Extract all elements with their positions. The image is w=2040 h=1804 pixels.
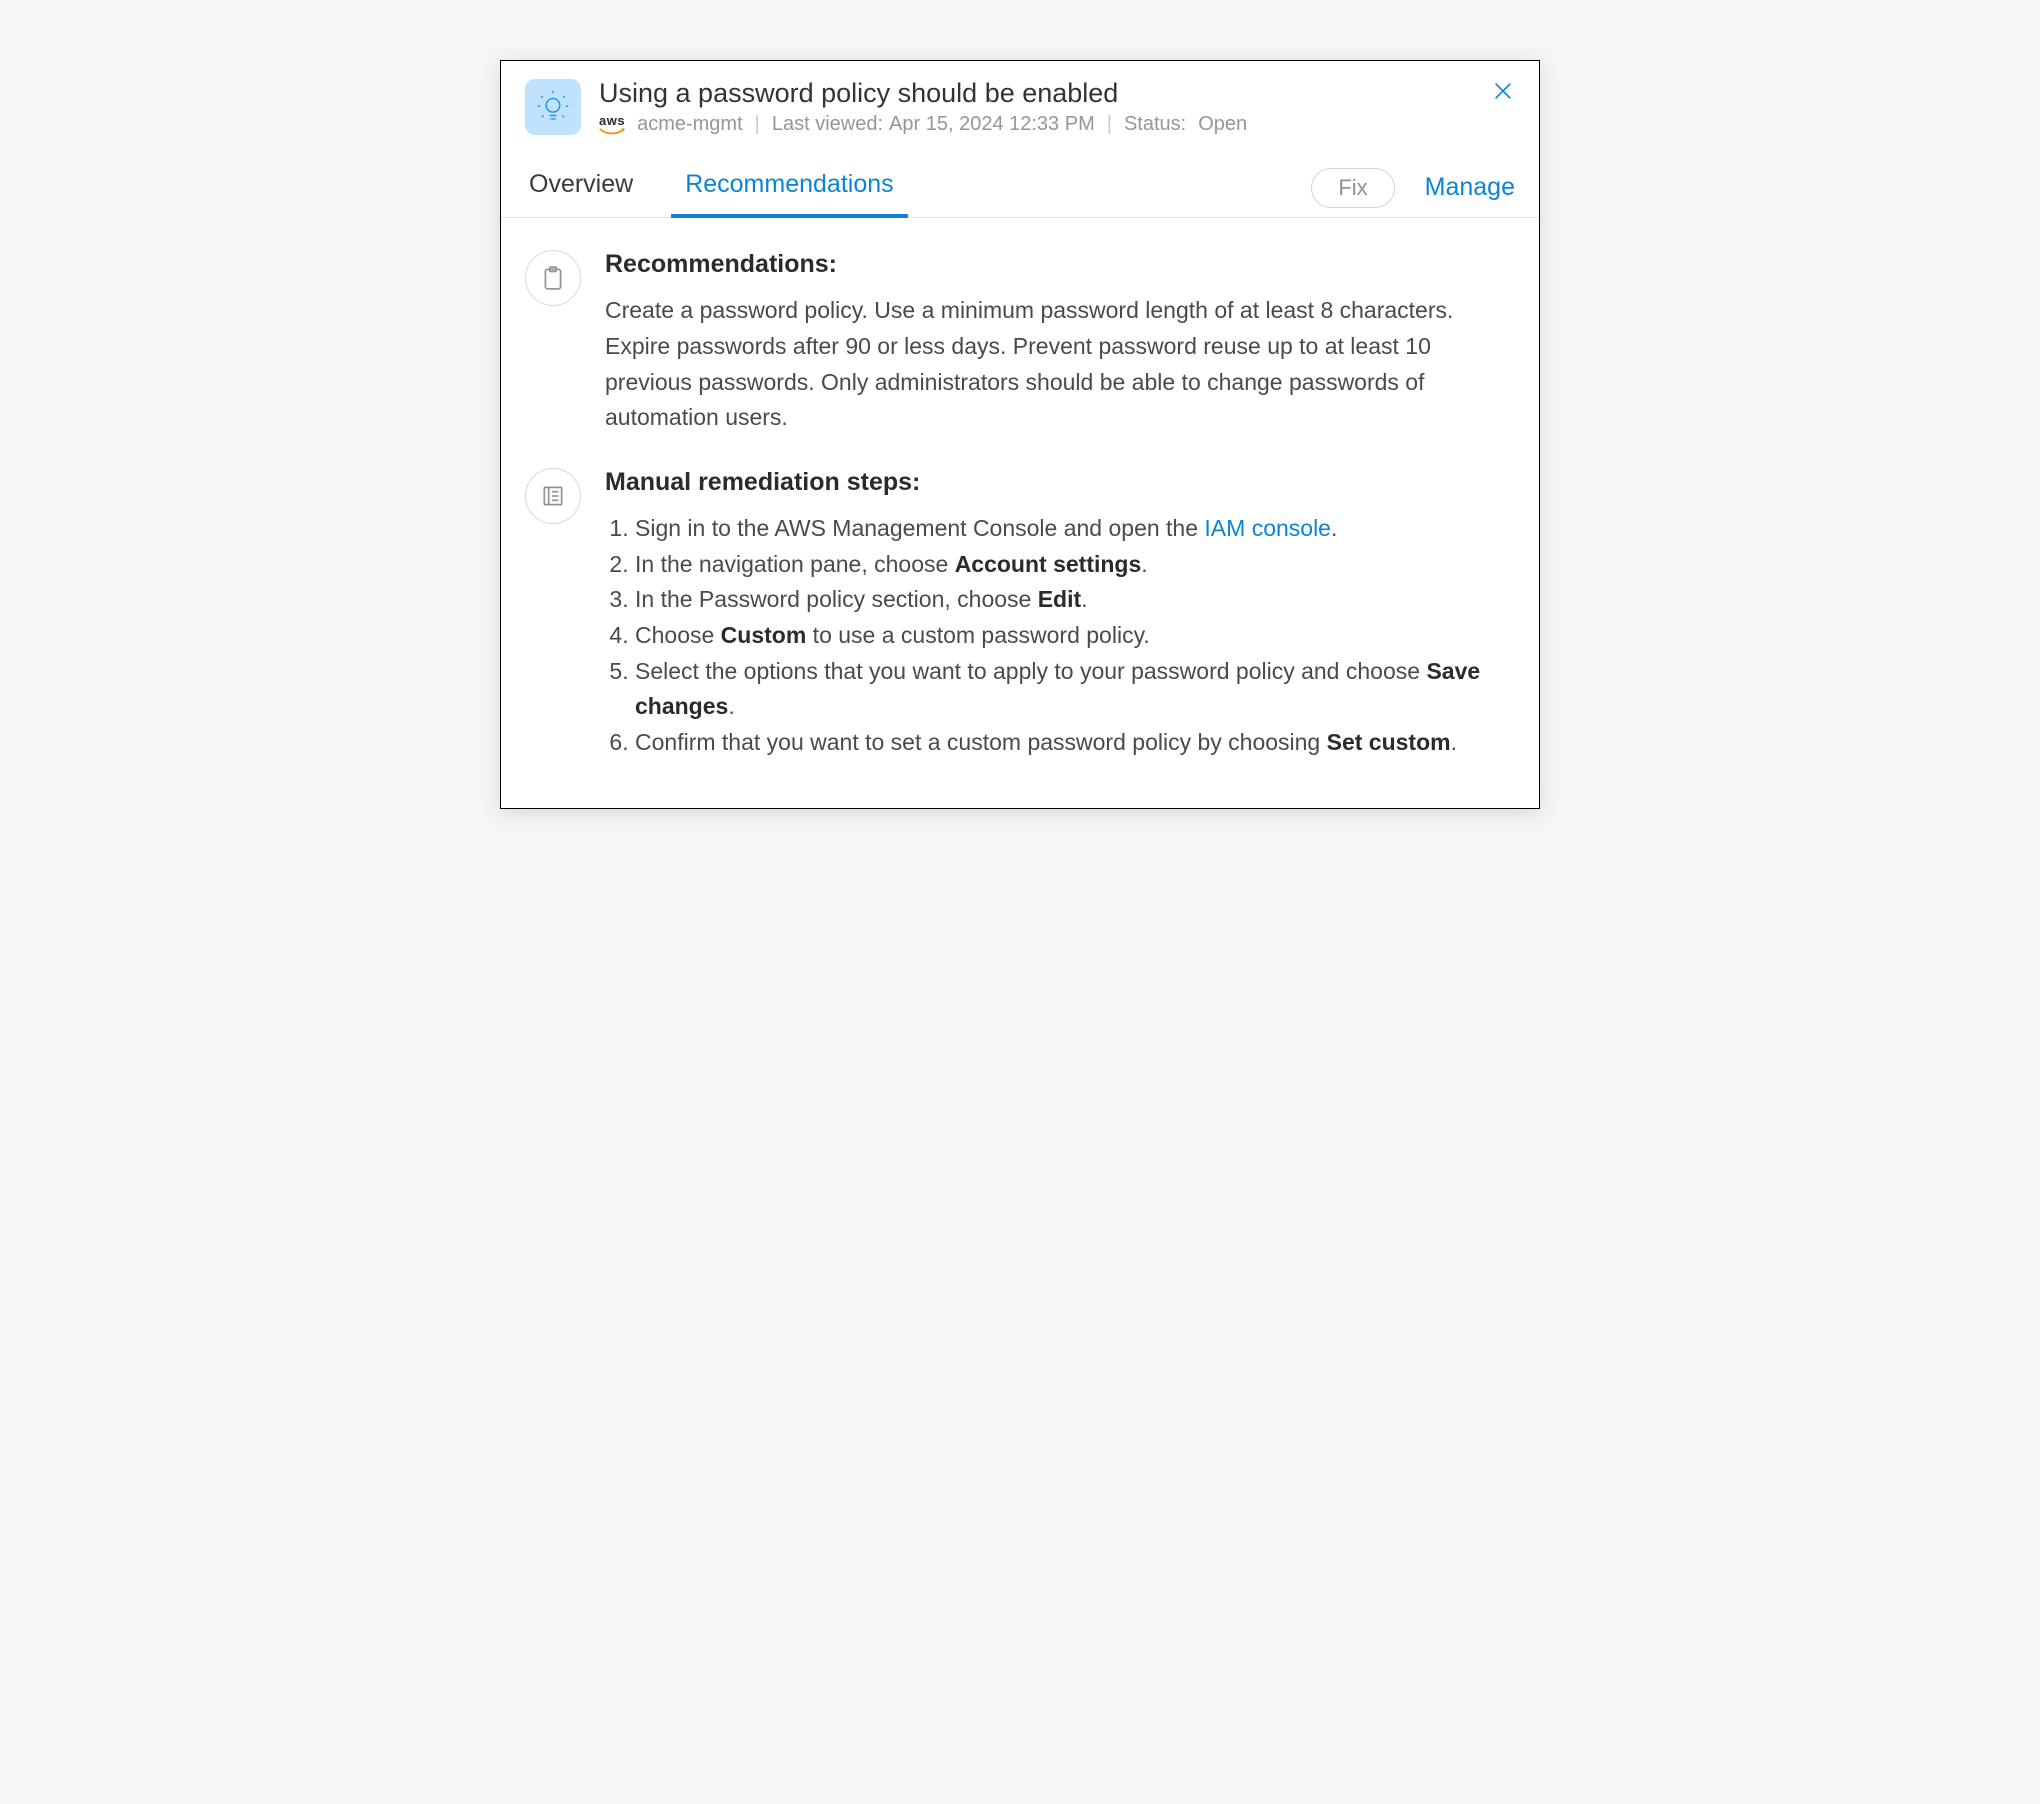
panel-header: Using a password policy should be enable… [501,61,1539,136]
aws-icon: aws [599,114,625,135]
manage-button[interactable]: Manage [1425,173,1515,202]
header-text: Using a password policy should be enable… [599,77,1515,136]
fix-button[interactable]: Fix [1311,168,1394,208]
iam-console-link[interactable]: IAM console [1204,515,1331,541]
remediation-step: Sign in to the AWS Management Console an… [635,511,1515,547]
tab-overview[interactable]: Overview [525,158,637,217]
book-icon [525,468,581,524]
status-label: Status: [1124,113,1186,136]
recommendations-text: Create a password policy. Use a minimum … [605,293,1515,436]
recommendations-heading: Recommendations: [605,250,1515,279]
status-value: Open [1198,113,1247,136]
clipboard-icon [525,250,581,306]
tab-bar: Overview Recommendations Fix Manage [501,158,1539,218]
remediation-step: In the navigation pane, choose Account s… [635,547,1515,583]
lightbulb-icon [525,79,581,135]
remediation-step: Select the options that you want to appl… [635,654,1515,725]
last-viewed-label: Last viewed: [772,113,883,136]
finding-panel: Using a password policy should be enable… [500,60,1540,809]
header-meta: aws acme-mgmt | Last viewed: Apr 15, 202… [599,113,1515,136]
recommendations-section: Recommendations: Create a password polic… [501,218,1539,436]
close-button[interactable] [1489,77,1517,105]
finding-title: Using a password policy should be enable… [599,77,1515,109]
remediation-step: Confirm that you want to set a custom pa… [635,725,1515,761]
tab-recommendations[interactable]: Recommendations [681,158,897,217]
remediation-section: Manual remediation steps: Sign in to the… [501,436,1539,808]
last-viewed-value: Apr 15, 2024 12:33 PM [889,113,1095,136]
remediation-steps: Sign in to the AWS Management Console an… [605,511,1515,760]
remediation-step: In the Password policy section, choose E… [635,582,1515,618]
remediation-step: Choose Custom to use a custom password p… [635,618,1515,654]
remediation-heading: Manual remediation steps: [605,468,1515,497]
account-name: acme-mgmt [637,113,743,136]
